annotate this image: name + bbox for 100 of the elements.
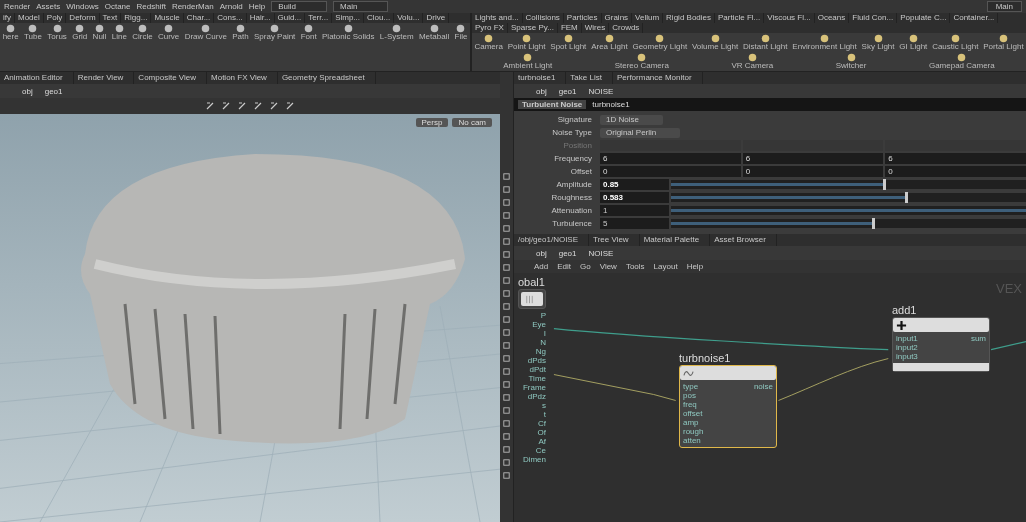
shelf-tab[interactable]: Deform [66,13,100,23]
desk-dropdown[interactable]: Main [986,1,1022,12]
parameter-field[interactable]: 0 [600,166,741,177]
output-port[interactable]: dPdz [527,392,546,401]
output-port[interactable]: Eye [532,320,546,329]
shelf-tool-button[interactable]: Distant Light [740,33,790,52]
output-port[interactable]: Time [528,374,546,383]
parameter-field[interactable]: 0.85 [600,179,669,190]
viewport-tool-icon[interactable] [205,101,215,111]
desktop-dropdown[interactable]: Build [271,1,328,12]
node-name-field[interactable]: turbnoise1 [592,100,630,109]
shelf-tool-button[interactable]: Area Light [588,33,630,52]
shelf-tool-button[interactable]: Spray Paint [251,23,298,42]
parameter-field[interactable]: 6 [742,153,884,164]
output-port[interactable]: Of [537,428,546,437]
slider-track[interactable] [671,193,1026,202]
output-port[interactable]: Ce [535,446,546,455]
path-crumb[interactable]: geo1 [44,86,63,96]
shelf-tab[interactable]: FEM [557,23,582,33]
shelf-tab[interactable]: Particle Fl... [715,13,765,23]
shelf-tab[interactable]: Populate C... [897,13,951,23]
menu-item[interactable]: Arnold [219,2,243,11]
shelf-tool-button[interactable]: Point Light [505,33,548,52]
menu-item[interactable]: Octane [104,2,131,11]
output-port[interactable]: Af [538,437,546,446]
menu-item[interactable]: Tools [625,262,645,271]
slider-handle[interactable] [882,179,886,190]
shelf-tool-button[interactable]: Sky Light [859,33,897,52]
output-port[interactable]: dPds [527,356,546,365]
shelf-tool-button[interactable]: Torus [44,23,70,42]
parameter-field[interactable]: 6 [885,153,1026,164]
output-port[interactable]: Ng [535,347,546,356]
vop-node[interactable]: input1 input2 input3 sum [892,317,990,372]
input-port[interactable]: rough [683,427,704,436]
shelf-tool-button[interactable]: Tube [21,23,45,42]
shelf-tool-button[interactable]: Environment Light [789,33,860,52]
menu-item[interactable]: RenderMan [171,2,214,11]
shelf-tab[interactable]: Rigg... [121,13,152,23]
shelf-tab[interactable]: Sparse Py... [507,23,558,33]
shelf-tool-button[interactable]: Portal Light [980,33,1026,52]
shelf-tab[interactable]: Terr... [305,13,333,23]
input-port[interactable]: input3 [896,352,918,361]
shelf-tab[interactable]: Volu... [394,13,424,23]
shelf-tab[interactable]: Cons... [214,13,247,23]
shelf-tool-button[interactable]: Spot Light [547,33,589,52]
shelf-tab[interactable]: ify [0,13,15,23]
path-crumb[interactable]: geo1 [558,86,577,96]
input-port[interactable]: pos [683,391,704,400]
shelf-tool-button[interactable]: Geometry Light [630,33,690,52]
parameter-field[interactable]: 0 [742,166,884,177]
shelf-tool-button[interactable]: Grid [69,23,90,42]
parameter-dropdown[interactable]: 1D Noise [600,114,663,125]
slider-track[interactable] [671,219,1026,228]
shelf-tool-button[interactable]: Ambient Light [472,52,584,71]
viewport-tool-icon[interactable] [221,101,231,111]
path-crumb[interactable]: NOISE [588,86,614,96]
shelf-tab[interactable]: Grains [601,13,633,23]
output-port[interactable]: t [543,410,546,419]
menu-item[interactable]: Assets [36,2,61,11]
shelf-tab[interactable]: Drive [423,13,450,23]
parameter-field[interactable]: 0 [885,166,1026,177]
shelf-tab[interactable]: Lights and... [472,13,523,23]
output-port[interactable]: s [542,401,546,410]
parameter-field[interactable]: 0.583 [600,192,669,203]
shelf-tool-button[interactable]: Volume Light [689,33,741,52]
shelf-tool-button[interactable]: Circle [129,23,156,42]
desk-dropdown[interactable]: Main [333,1,389,12]
viewport-tool-icon[interactable] [269,101,279,111]
output-port[interactable]: dPdt [529,365,546,374]
shelf-tool-button[interactable]: VR Camera [700,52,805,71]
shelf-tool-button[interactable]: Draw Curve [181,23,230,42]
menu-item[interactable]: Add [534,262,549,271]
viewport-tool-icon[interactable] [253,101,263,111]
shelf-tab[interactable]: Simp... [332,13,365,23]
shelf-tab[interactable]: Muscle [151,13,184,23]
path-crumb[interactable]: obj [536,86,547,96]
path-crumb[interactable]: obj [536,248,547,258]
menu-item[interactable]: Layout [653,262,678,271]
shelf-tab[interactable]: Char... [183,13,215,23]
shelf-tool-button[interactable]: File [451,23,471,42]
shelf-tool-button[interactable]: Platonic Solids [319,23,378,42]
output-port[interactable]: P [540,311,546,320]
input-port[interactable]: offset [683,409,704,418]
shelf-tool-button[interactable]: Null [89,23,110,42]
shelf-tool-button[interactable]: Camera [472,33,506,52]
shelf-tool-button[interactable]: Switcher [804,52,898,71]
shelf-tab[interactable]: Viscous Fl... [764,13,815,23]
shelf-tab[interactable]: Particles [563,13,602,23]
shelf-tool-button[interactable]: Caustic Light [929,33,981,52]
view-menu-button[interactable]: Persp [415,118,449,127]
shelf-tool-button[interactable]: Font [298,23,320,42]
menu-item[interactable]: Render [4,2,31,11]
path-crumb[interactable]: obj [22,86,33,96]
output-port[interactable]: noise [753,382,773,391]
input-port[interactable]: amp [683,418,704,427]
menu-item[interactable]: View [599,262,617,271]
view-menu-button[interactable]: No cam [452,118,492,127]
menu-item[interactable]: Go [580,262,591,271]
shelf-tab[interactable]: Guid... [274,13,306,23]
slider-handle[interactable] [871,218,875,229]
